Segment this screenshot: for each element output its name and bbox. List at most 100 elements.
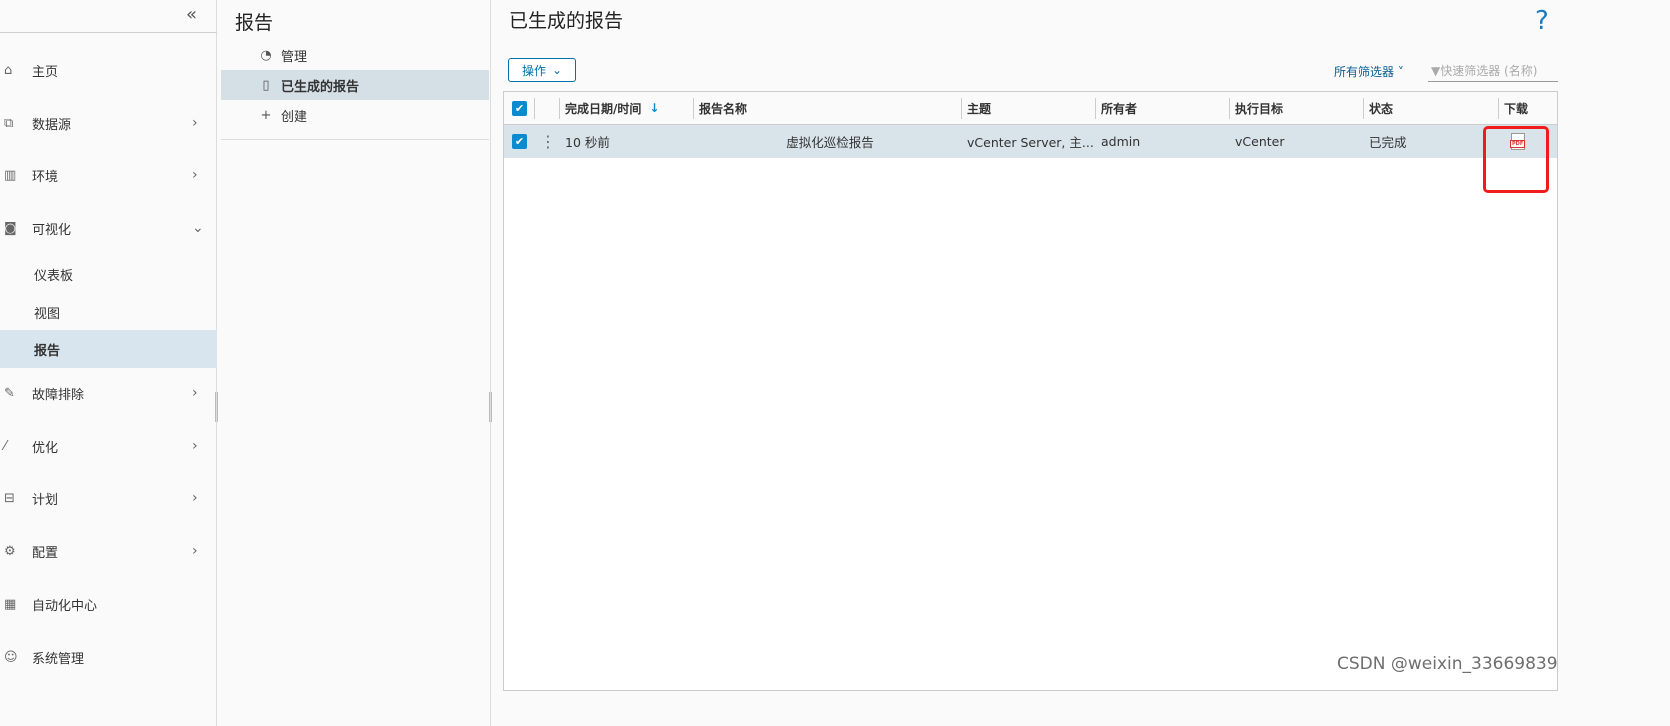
select-all-checkbox[interactable]: ✔ <box>512 100 527 116</box>
header-label: 完成日期/时间 <box>565 101 642 116</box>
actions-label: 操作 <box>521 63 546 78</box>
cell-status: 已完成 <box>1369 135 1407 150</box>
nav-views[interactable]: 视图 <box>0 293 217 331</box>
cell-date: 10 秒前 <box>565 135 610 150</box>
table-row[interactable]: ✔ ⋮ 10 秒前 虚拟化巡检报告 vCenter Server, 主... a… <box>504 125 1557 158</box>
chevron-right-icon: › <box>192 385 198 401</box>
highlight-box <box>1483 126 1549 193</box>
sidebar: « ⌂ 主页 ⧉ 数据源 › ▥ 环境 › ◙ 可视化 ⌄ 仪表板 视图 报告 ✎ 故障排除 › … <box>0 0 217 726</box>
nav-label: 自动化中心 <box>32 598 98 614</box>
menu-create[interactable]: + 创建 <box>221 100 489 130</box>
column-header-status[interactable]: 状态 <box>1363 92 1498 124</box>
reports-table: ✔ 完成日期/时间 ↓ 报告名称 主题 所有者 执行目标 状态 下载 ✔ ⋮ 10… <box>503 91 1558 691</box>
column-header-subject[interactable]: 主题 <box>961 92 1095 124</box>
divider <box>221 139 489 140</box>
actions-button[interactable]: 操作 ⌄ <box>508 58 576 82</box>
column-header-download: 下载 <box>1498 92 1557 124</box>
nav-home[interactable]: ⌂ 主页 <box>0 51 217 89</box>
nav-reports[interactable]: 报告 <box>0 330 217 368</box>
chevron-down-icon: ⌄ <box>192 220 204 236</box>
collapse-sidebar-icon[interactable]: « <box>186 4 197 25</box>
cell-subject: vCenter Server, 主... <box>967 135 1094 150</box>
resize-handle[interactable] <box>489 392 492 422</box>
page-title: 已生成的报告 <box>509 10 624 32</box>
nav-automation[interactable]: ▦ 自动化中心 <box>0 585 217 623</box>
nav-label: 仪表板 <box>34 268 74 284</box>
nav-label: 配置 <box>32 545 59 561</box>
column-header-target[interactable]: 执行目标 <box>1229 92 1363 124</box>
dashboard-gauge-icon: ◔ <box>260 47 272 63</box>
all-filters-label: 所有筛选器 <box>1334 65 1395 79</box>
menu-label: 管理 <box>281 49 308 65</box>
row-checkbox[interactable]: ✔ <box>512 134 527 149</box>
nav-environment[interactable]: ▥ 环境 › <box>0 156 217 194</box>
menu-manage[interactable]: ◔ 管理 <box>221 40 489 70</box>
plus-icon: + <box>260 107 272 123</box>
all-filters-dropdown[interactable]: 所有筛选器 ˅ <box>1334 63 1404 80</box>
nav-label: 环境 <box>32 169 59 185</box>
nav-plan[interactable]: ⊟ 计划 › <box>0 479 217 517</box>
wrench-icon: ✎ <box>4 385 15 401</box>
nav-label: 计划 <box>32 492 59 508</box>
nav-troubleshoot[interactable]: ✎ 故障排除 › <box>0 374 217 412</box>
menu-label: 创建 <box>281 109 308 125</box>
nav-dashboard[interactable]: 仪表板 <box>0 255 217 293</box>
nav-label: 可视化 <box>32 222 72 238</box>
chevron-right-icon: › <box>192 115 198 131</box>
library-icon: ▥ <box>4 167 17 183</box>
header-label: 执行目标 <box>1235 101 1284 116</box>
help-icon[interactable]: ? <box>1535 6 1549 36</box>
menu-label: 已生成的报告 <box>281 79 360 95</box>
menu-generated-reports[interactable]: ▯ 已生成的报告 <box>221 70 489 100</box>
header-label: 报告名称 <box>699 101 748 116</box>
chevron-right-icon: › <box>192 167 198 183</box>
wand-icon: ⁄ <box>4 438 7 454</box>
filter-icon: ▼ <box>1431 64 1441 78</box>
chevron-down-icon: ˅ <box>1397 65 1404 79</box>
file-icon: ▯ <box>262 77 270 93</box>
column-header-name[interactable]: 报告名称 <box>693 92 961 124</box>
chevron-down-icon: ⌄ <box>551 63 563 77</box>
puzzle-icon: ⧉ <box>4 115 14 131</box>
nav-label: 数据源 <box>32 117 72 133</box>
nav-label: 报告 <box>34 343 61 359</box>
table-header: ✔ 完成日期/时间 ↓ 报告名称 主题 所有者 执行目标 状态 下载 <box>504 92 1557 125</box>
cell-owner: admin <box>1101 134 1141 149</box>
watermark: CSDN @weixin_33669839 <box>1337 654 1558 674</box>
nav-label: 系统管理 <box>32 651 85 667</box>
user-gear-icon: ☺ <box>4 649 18 665</box>
chevron-right-icon: › <box>192 438 198 454</box>
calendar-icon: ▦ <box>4 596 17 612</box>
row-actions-menu-icon[interactable]: ⋮ <box>534 125 559 158</box>
home-icon: ⌂ <box>4 62 13 78</box>
header-label: 主题 <box>967 101 992 116</box>
nav-optimize[interactable]: ⁄ 优化 › <box>0 427 217 465</box>
nav-visualization[interactable]: ◙ 可视化 ⌄ <box>0 209 217 247</box>
column-header-owner[interactable]: 所有者 <box>1095 92 1229 124</box>
nav-label: 故障排除 <box>32 387 85 403</box>
chart-icon: ◙ <box>4 220 17 236</box>
nav-label: 视图 <box>34 306 61 322</box>
quick-filter-placeholder: 快速筛选器 (名称) <box>1440 64 1538 78</box>
panel-title: 报告 <box>235 12 274 34</box>
nav-label: 优化 <box>32 440 59 456</box>
sort-desc-icon: ↓ <box>649 101 660 115</box>
nav-label: 主页 <box>32 64 59 80</box>
header-label: 所有者 <box>1101 101 1138 116</box>
quick-filter-input[interactable]: ▼快速筛选器 (名称) <box>1428 60 1558 82</box>
reports-panel: 报告 ◔ 管理 ▯ 已生成的报告 + 创建 <box>219 0 491 726</box>
column-header-date[interactable]: 完成日期/时间 ↓ <box>559 92 693 124</box>
cell-name: 虚拟化巡检报告 <box>786 135 874 150</box>
divider <box>0 32 217 33</box>
header-label: 状态 <box>1369 101 1394 116</box>
cell-target: vCenter <box>1235 134 1285 149</box>
briefcase-icon: ⊟ <box>4 490 15 506</box>
resize-handle[interactable] <box>215 392 218 422</box>
chevron-right-icon: › <box>192 490 198 506</box>
chevron-right-icon: › <box>192 543 198 559</box>
gear-icon: ⚙ <box>4 543 16 559</box>
nav-datasource[interactable]: ⧉ 数据源 › <box>0 104 217 142</box>
header-spacer <box>534 92 559 124</box>
nav-admin[interactable]: ☺ 系统管理 <box>0 638 217 676</box>
nav-config[interactable]: ⚙ 配置 › <box>0 532 217 570</box>
